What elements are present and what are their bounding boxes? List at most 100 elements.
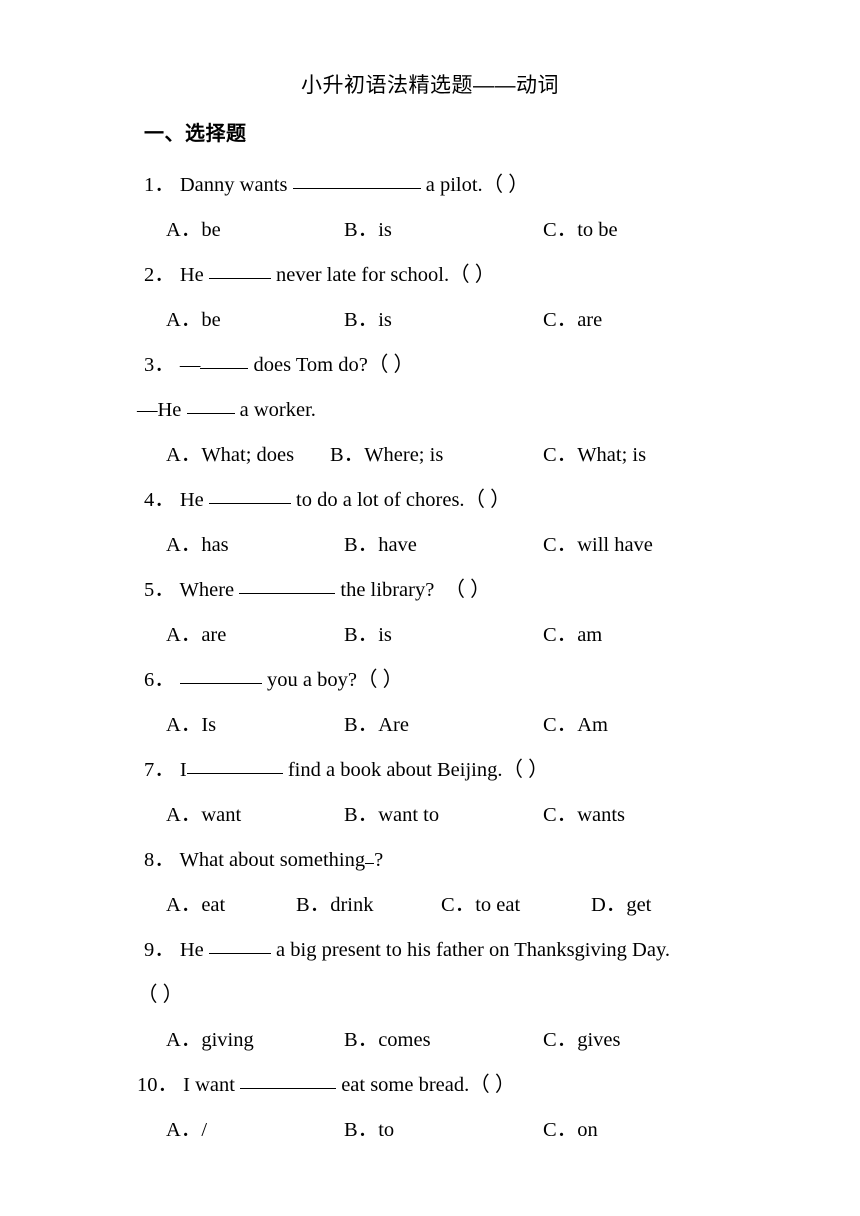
continuation-text-after: a worker.	[234, 399, 316, 421]
option-b[interactable]: B．comes	[344, 1018, 431, 1063]
option-label: C．	[543, 534, 578, 556]
option-label: B．	[344, 219, 379, 241]
option-b[interactable]: B．is	[344, 298, 392, 343]
option-c[interactable]: C．wants	[543, 793, 625, 838]
option-text: gives	[577, 1029, 621, 1051]
document-page: 小升初语法精选题——动词 一、选择题 1． Danny wants a pilo…	[0, 0, 860, 1216]
option-text: want to	[378, 804, 440, 826]
option-label: A．	[166, 309, 202, 331]
question-text-before: I	[179, 759, 187, 781]
option-a[interactable]: A．Is	[166, 703, 216, 748]
option-b[interactable]: B．Where; is	[330, 433, 443, 478]
answer-bracket: （ ）	[137, 984, 184, 1006]
option-text: /	[201, 1119, 208, 1141]
option-c[interactable]: C．gives	[543, 1018, 620, 1063]
question-text-before: —	[179, 354, 201, 376]
question-number: 10．	[137, 1074, 178, 1096]
question-stem: 1． Danny wants a pilot.（ ）	[0, 163, 860, 208]
question-text-after: find a book about Beijing.（ ）	[282, 759, 549, 781]
option-label: B．	[344, 624, 379, 646]
option-c[interactable]: C．to be	[543, 208, 618, 253]
question-stem: 10． I want eat some bread.（ ）	[0, 1063, 860, 1108]
option-a[interactable]: A．want	[166, 793, 241, 838]
option-a[interactable]: A．giving	[166, 1018, 254, 1063]
answer-blank[interactable]	[186, 756, 283, 774]
option-label: B．	[344, 1119, 379, 1141]
option-label: B．	[344, 804, 379, 826]
option-b[interactable]: B．to	[344, 1108, 394, 1153]
option-label: B．	[344, 534, 379, 556]
option-label: A．	[166, 714, 202, 736]
option-c[interactable]: C．to eat	[441, 883, 520, 928]
answer-blank[interactable]	[240, 1071, 337, 1089]
option-text: to eat	[475, 894, 521, 916]
question-text-before: I want	[183, 1074, 241, 1096]
option-c[interactable]: C．are	[543, 298, 602, 343]
question-text-after: a pilot.（ ）	[420, 174, 529, 196]
option-label: C．	[543, 804, 578, 826]
option-a[interactable]: A．be	[166, 298, 221, 343]
answer-blank[interactable]	[179, 666, 262, 684]
option-b[interactable]: B．have	[344, 523, 417, 568]
option-c[interactable]: C．am	[543, 613, 602, 658]
option-label: A．	[166, 894, 202, 916]
question-number: 4．	[144, 489, 175, 511]
option-d[interactable]: D．get	[591, 883, 651, 928]
answer-blank[interactable]	[186, 396, 235, 414]
option-c[interactable]: C．What; is	[543, 433, 646, 478]
option-label: B．	[330, 444, 365, 466]
option-c[interactable]: C．Am	[543, 703, 608, 748]
options-row: A．has B．have C．will have	[0, 523, 860, 568]
question-text-before: He	[179, 489, 209, 511]
question-text-after: ?	[374, 849, 384, 871]
options-row: A．Is B．Are C．Am	[0, 703, 860, 748]
option-c[interactable]: C．will have	[543, 523, 653, 568]
option-a[interactable]: A．has	[166, 523, 229, 568]
option-text: want	[201, 804, 242, 826]
question-stem: 4． He to do a lot of chores.（ ）	[0, 478, 860, 523]
answer-blank[interactable]	[208, 486, 291, 504]
question-number: 1．	[144, 174, 175, 196]
continuation-text-before: —He	[137, 399, 187, 421]
option-b[interactable]: B．drink	[296, 883, 373, 928]
option-label: C．	[441, 894, 476, 916]
option-text: eat	[201, 894, 226, 916]
option-c[interactable]: C．on	[543, 1108, 598, 1153]
answer-blank[interactable]	[239, 576, 336, 594]
option-label: D．	[591, 894, 627, 916]
option-text: is	[378, 309, 392, 331]
option-b[interactable]: B．Are	[344, 703, 409, 748]
option-a[interactable]: A．be	[166, 208, 221, 253]
option-a[interactable]: A．eat	[166, 883, 225, 928]
answer-blank[interactable]	[365, 846, 375, 864]
option-label: A．	[166, 1119, 202, 1141]
question-text-before: Where	[179, 579, 240, 601]
answer-blank[interactable]	[200, 351, 249, 369]
option-label: C．	[543, 714, 578, 736]
question-number: 9．	[144, 939, 175, 961]
option-text: will have	[577, 534, 653, 556]
option-b[interactable]: B．want to	[344, 793, 439, 838]
question-number: 8．	[144, 849, 175, 871]
options-row: A．be B．is C．are	[0, 298, 860, 343]
answer-blank[interactable]	[208, 261, 271, 279]
answer-blank[interactable]	[292, 171, 421, 189]
option-text: What; does	[201, 444, 295, 466]
question-text-after: never late for school.（ ）	[270, 264, 496, 286]
question-text-after: to do a lot of chores.（ ）	[290, 489, 511, 511]
answer-blank[interactable]	[208, 936, 271, 954]
option-a[interactable]: A．are	[166, 613, 226, 658]
option-b[interactable]: B．is	[344, 208, 392, 253]
question-text-before: He	[179, 939, 209, 961]
option-text: drink	[330, 894, 374, 916]
option-b[interactable]: B．is	[344, 613, 392, 658]
option-text: am	[577, 624, 603, 646]
option-text: is	[378, 624, 392, 646]
option-a[interactable]: A．What; does	[166, 433, 294, 478]
question-number: 7．	[144, 759, 175, 781]
option-a[interactable]: A．/	[166, 1108, 207, 1153]
option-label: B．	[344, 714, 379, 736]
section-heading: 一、选择题	[144, 123, 247, 145]
question-text-after: eat some bread.（ ）	[336, 1074, 516, 1096]
option-text: be	[201, 219, 221, 241]
